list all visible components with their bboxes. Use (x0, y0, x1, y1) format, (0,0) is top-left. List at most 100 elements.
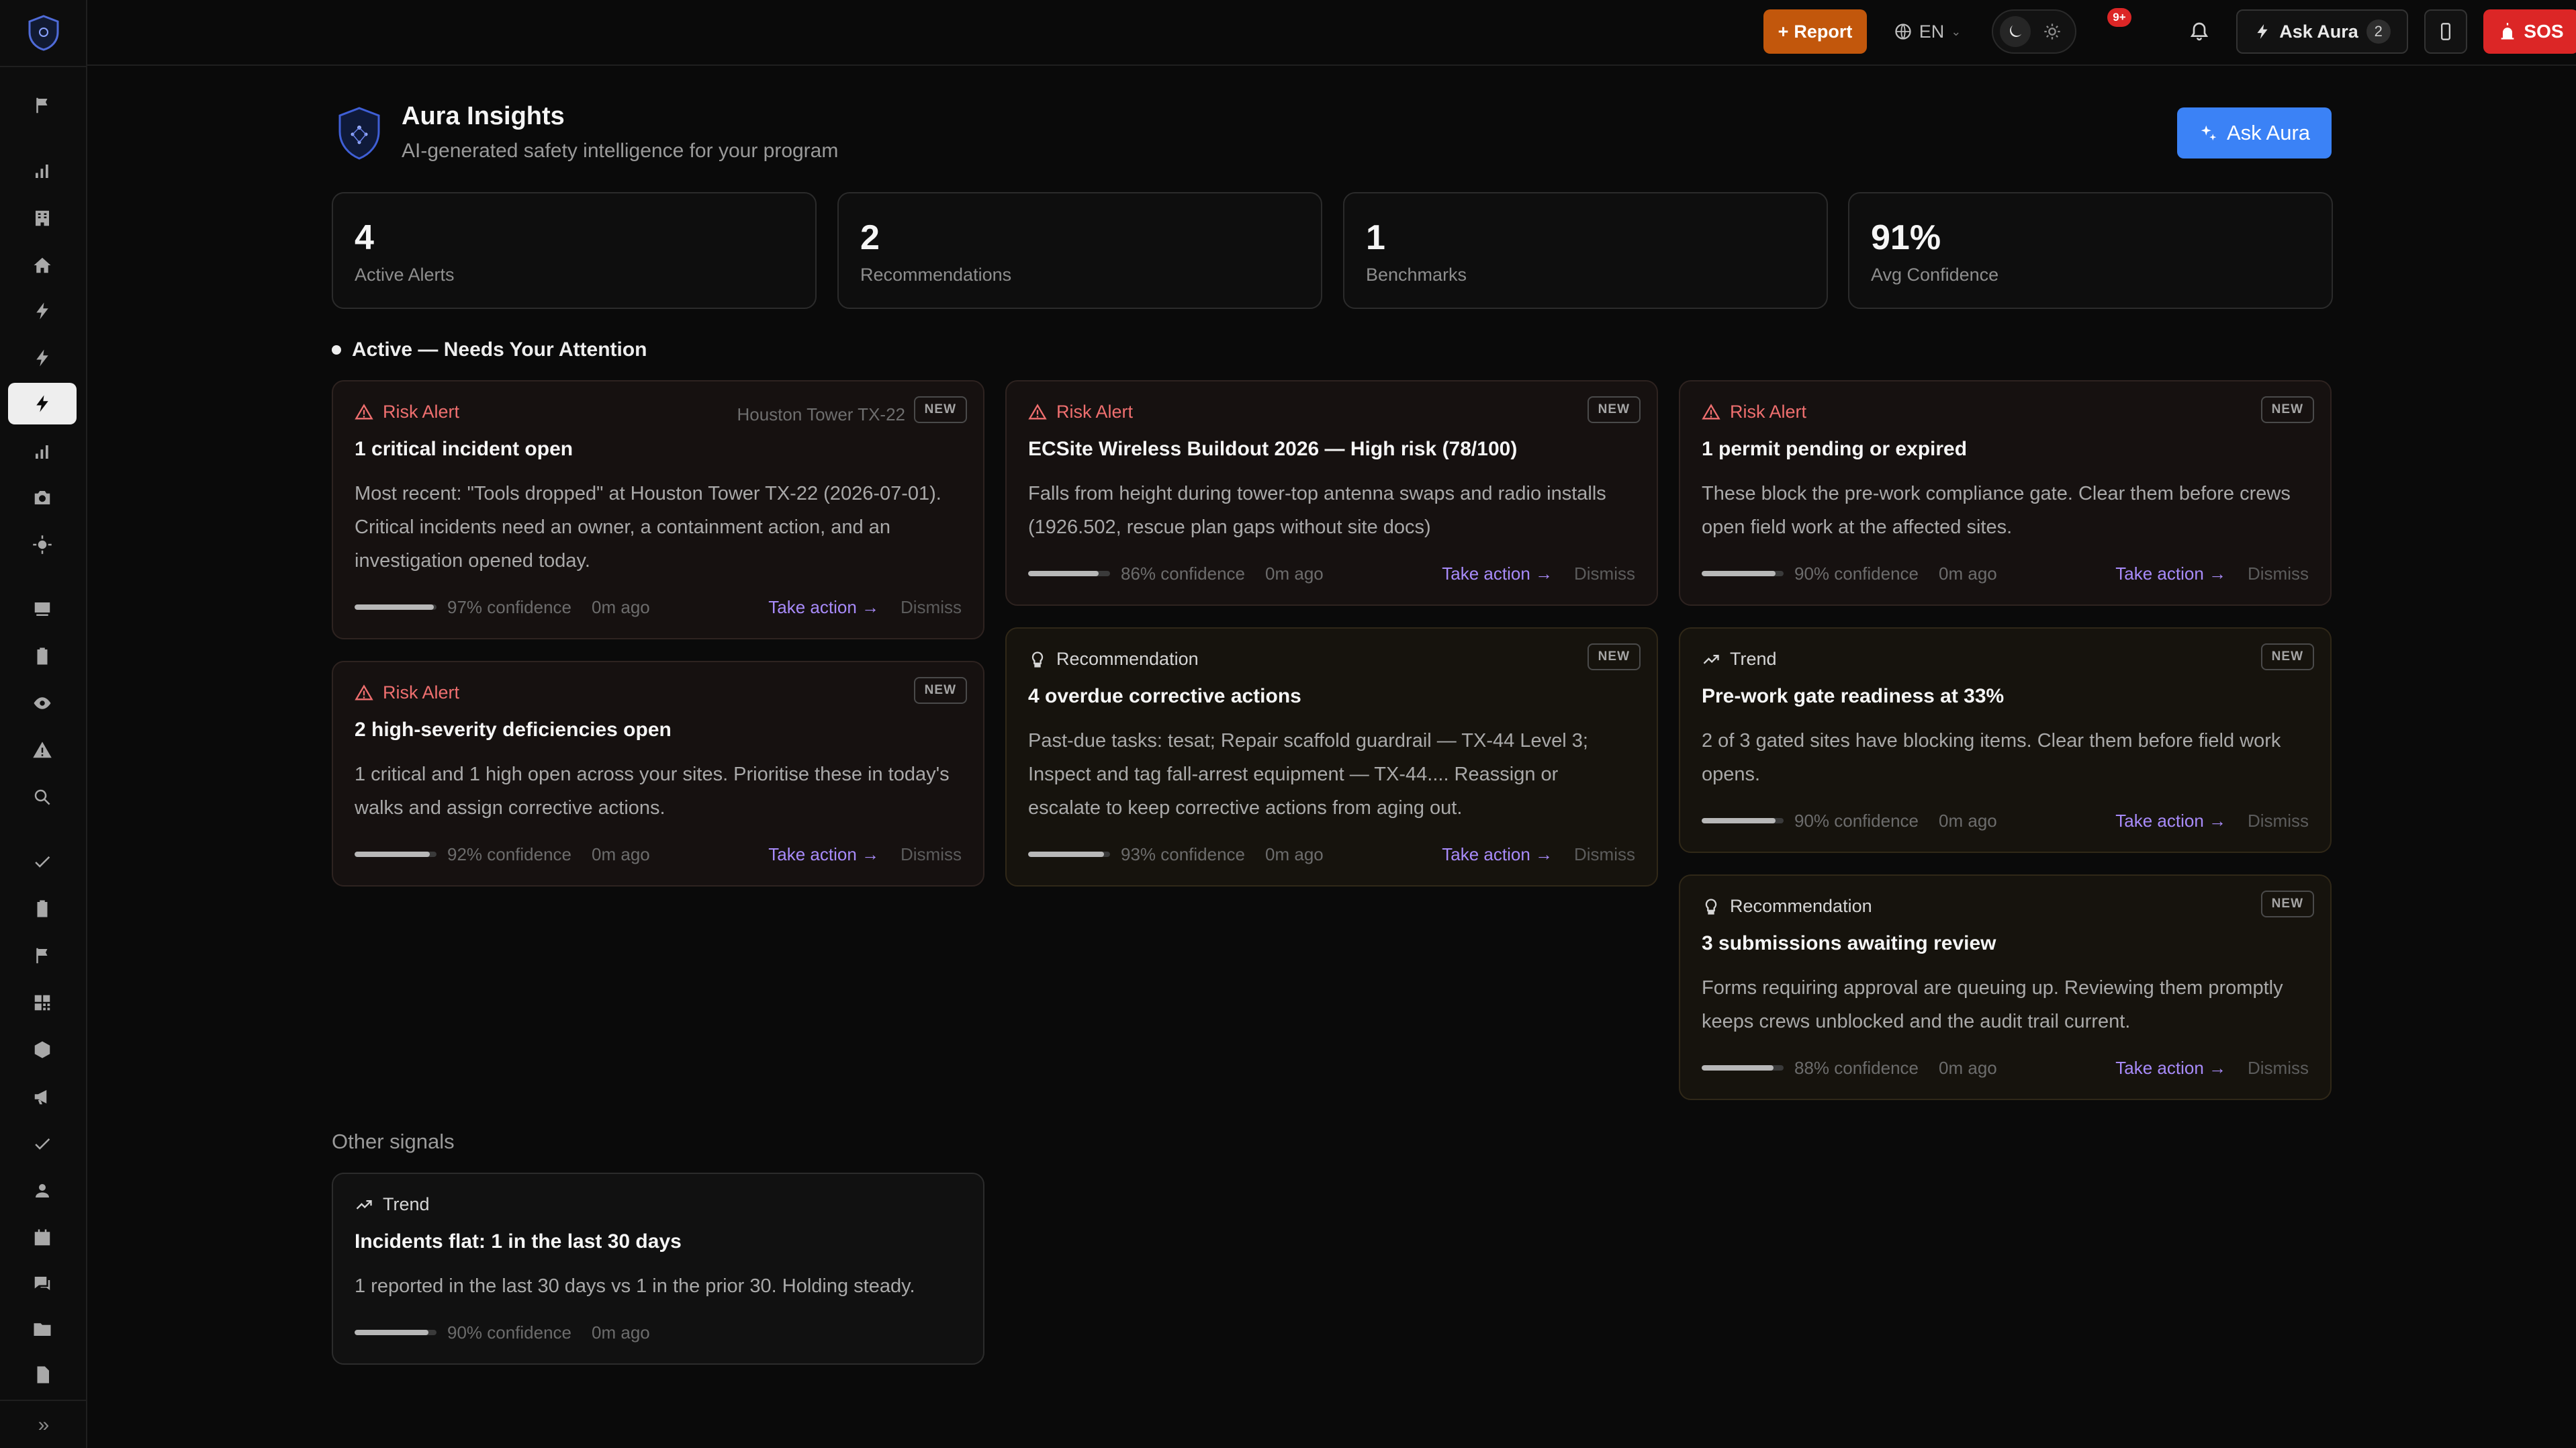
ask-aura-top-label: Ask Aura (2279, 21, 2358, 42)
card-title: ECSite Wireless Buildout 2026 — High ris… (1028, 438, 1518, 460)
card-body: Forms requiring approval are queuing up.… (1702, 977, 2283, 1032)
lightbulb-icon (1031, 651, 1044, 668)
confidence-bar (355, 1330, 436, 1335)
take-action-link[interactable]: Take action → (1442, 563, 1553, 584)
megaphone-icon (34, 1090, 47, 1105)
users-icon (36, 1184, 49, 1197)
take-action-link[interactable]: Take action → (2115, 1058, 2226, 1079)
timestamp: 0m ago (1939, 810, 1997, 831)
bar-chart-icon (36, 165, 48, 178)
card-kind-label: Risk Alert (1730, 402, 1807, 422)
card-footer: 93% confidence 0m ago Take action → Dism… (1028, 841, 1635, 868)
dismiss-button[interactable]: Dismiss (1574, 844, 1635, 865)
confidence-label: 86% confidence (1121, 563, 1246, 584)
take-action-link[interactable]: Take action → (1442, 844, 1553, 865)
sidebar-item-files[interactable] (8, 1308, 77, 1350)
sidebar-item-messages[interactable] (8, 1263, 77, 1304)
expand-sidebar-button[interactable]: » (27, 1410, 60, 1440)
flag-icon (36, 948, 48, 964)
sidebar-item-observations[interactable] (8, 682, 77, 724)
notifications-button[interactable] (2176, 9, 2223, 54)
sidebar-item-checklists[interactable] (8, 635, 77, 677)
confidence-bar (1702, 818, 1784, 823)
sos-button[interactable]: SOS (2483, 9, 2576, 54)
sidebar-item-qr[interactable] (8, 982, 77, 1024)
sidebar-item-flag[interactable] (8, 85, 77, 126)
sidebar-item-team[interactable] (8, 1170, 77, 1212)
report-button[interactable]: + Report (1763, 9, 1867, 54)
card-kind-label: Risk Alert (383, 682, 460, 703)
dismiss-button[interactable]: Dismiss (2248, 1058, 2309, 1079)
card-body: Falls from height during tower-top anten… (1028, 483, 1606, 538)
insight-card: Recommendation NEW 4 overdue corrective … (1005, 627, 1658, 887)
dismiss-button[interactable]: Dismiss (1574, 563, 1635, 584)
warning-icon (355, 684, 373, 700)
language-selector[interactable]: EN ⌄ (1887, 9, 1968, 54)
search-icon (34, 789, 50, 805)
bar-chart-icon (36, 445, 48, 459)
dismiss-button[interactable]: Dismiss (2248, 811, 2309, 831)
sidebar-item-hazards[interactable] (8, 729, 77, 771)
sidebar-item-quick-1[interactable] (8, 290, 77, 332)
card-kind-label: Risk Alert (1056, 402, 1134, 422)
sidebar-item-documents[interactable] (8, 1354, 77, 1396)
dismiss-button[interactable]: Dismiss (901, 844, 962, 865)
stat-value: 91% (1871, 218, 1941, 257)
bell-icon (2190, 22, 2209, 41)
sidebar-item-assets[interactable] (8, 1029, 77, 1071)
sidebar-item-analytics[interactable] (8, 150, 77, 192)
check-icon (35, 1138, 50, 1150)
card-kind-label: Recommendation (1056, 649, 1199, 669)
new-badge: NEW (913, 396, 967, 423)
sidebar-item-inbox[interactable] (8, 588, 77, 630)
card-footer: 92% confidence 0m ago Take action → Dism… (355, 841, 962, 868)
sidebar-item-announcements[interactable] (8, 1076, 77, 1118)
timestamp: 0m ago (1939, 563, 1997, 584)
card-kind: Risk Alert (355, 402, 459, 422)
card-footer: 90% confidence 0m ago Take action → Dism… (1702, 807, 2309, 834)
take-action-link[interactable]: Take action → (768, 597, 879, 618)
card-footer: 97% confidence 0m ago Take action → Dism… (355, 594, 962, 621)
sidebar-item-quick-2[interactable] (8, 337, 77, 379)
card-footer: 86% confidence 0m ago Take action → Dism… (1028, 560, 1635, 587)
sidebar-item-search[interactable] (8, 776, 77, 818)
timestamp: 0m ago (592, 596, 650, 617)
sidebar-item-approvals[interactable] (8, 1123, 77, 1165)
dismiss-button[interactable]: Dismiss (2248, 563, 2309, 584)
warning-icon (33, 741, 52, 758)
sidebar-item-camera[interactable] (8, 477, 77, 518)
warning-icon (1028, 403, 1047, 419)
timestamp: 0m ago (592, 844, 650, 864)
stat-label: Recommendations (860, 265, 1012, 285)
dismiss-button[interactable]: Dismiss (901, 597, 962, 618)
sun-icon (33, 535, 52, 554)
mobile-device-button[interactable] (2424, 9, 2467, 54)
sidebar-item-home[interactable] (8, 244, 77, 286)
theme-toggle[interactable] (1992, 9, 2076, 54)
sidebar-item-calendar[interactable] (8, 1217, 77, 1259)
card-kind-label: Risk Alert (383, 402, 460, 422)
take-action-link[interactable]: Take action → (2115, 811, 2226, 831)
take-action-link[interactable]: Take action → (2115, 563, 2226, 584)
sidebar-item-tasks[interactable] (8, 841, 77, 883)
sidebar-item-forms[interactable] (8, 888, 77, 930)
sidebar-item-milestones[interactable] (8, 935, 77, 977)
camera-icon (34, 491, 50, 504)
take-action-link[interactable]: Take action → (768, 844, 879, 865)
notifications-badge: 9+ (2107, 8, 2131, 27)
sidebar-item-insights[interactable] (8, 383, 77, 424)
ask-aura-button[interactable]: Ask Aura (2177, 107, 2332, 159)
language-label: EN (1919, 21, 1945, 42)
card-body: 1 reported in the last 30 days vs 1 in t… (355, 1275, 915, 1297)
report-label: Report (1794, 21, 1853, 42)
sidebar-item-buildings[interactable] (8, 197, 77, 239)
ask-aura-top-button[interactable]: Ask Aura 2 (2236, 9, 2408, 54)
sidebar-item-reports[interactable] (8, 431, 77, 473)
sidebar-item-weather[interactable] (8, 524, 77, 565)
phone-icon (2441, 23, 2450, 40)
shield-logo-icon[interactable] (27, 15, 60, 51)
cube-icon (34, 1041, 50, 1058)
card-kind: Risk Alert (355, 682, 459, 703)
timestamp: 0m ago (1939, 1057, 1997, 1078)
section-active-title: Active — Needs Your Attention (352, 338, 647, 361)
